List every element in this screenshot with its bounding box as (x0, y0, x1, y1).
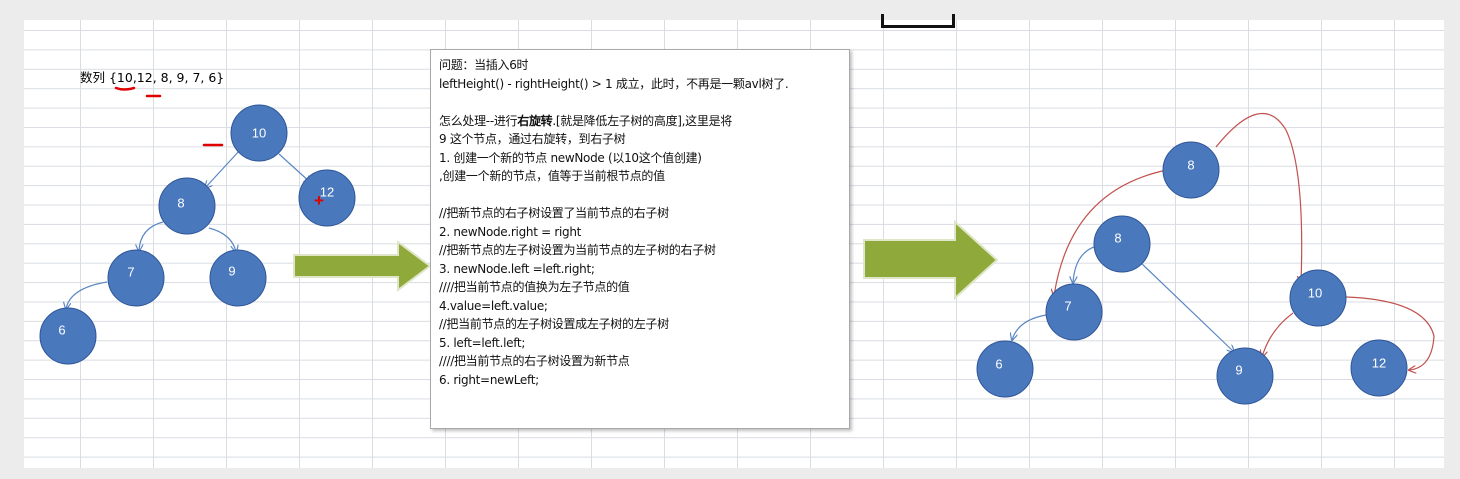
text-line: 问题：当插入6时 (439, 58, 529, 72)
edge-r8-r9 (1139, 261, 1234, 352)
bold-term: 右旋转 (517, 113, 553, 128)
node-r8: 8 (1093, 215, 1151, 273)
text-line: //把新节点的左子树设置为当前节点的左子树的右子树 (439, 243, 716, 257)
text-line: ////把当前节点的右子树设置为新节点 (439, 354, 630, 368)
node-12: 12 + (298, 169, 356, 227)
edge-8-7 (139, 221, 164, 251)
node-8-label: 8 (177, 195, 184, 210)
node-9-label: 9 (228, 263, 235, 278)
node-r9: 9 (1216, 347, 1274, 405)
node-r9-label: 9 (1235, 362, 1242, 377)
node-r12: 12 (1350, 339, 1408, 397)
node-r8-top-label: 8 (1187, 157, 1194, 172)
node-r10-label: 10 (1308, 285, 1322, 300)
text-line: 1. 创建一个新的节点 newNode (以10这个值创建) (439, 150, 702, 165)
text-line: //把新节点的右子树设置了当前节点的右子树 (439, 206, 669, 220)
transition-arrow-left (293, 240, 432, 292)
text-line: //把当前节点的左子树设置成左子树的左子树 (439, 317, 669, 331)
underline-mark-10 (114, 86, 136, 91)
node-7: 7 (107, 249, 165, 307)
text-line: leftHeight() - rightHeight() > 1 成立，此时，不… (439, 76, 789, 91)
node-r10: 10 (1289, 269, 1347, 327)
edge-r8-r7 (1073, 245, 1098, 283)
node-r12-label: 12 (1372, 355, 1386, 370)
text-line: 怎么处理--进行右旋转.[就是降低左子树的高度],这里是将 (439, 113, 732, 128)
text-line: 4.value=left.value; (439, 298, 548, 313)
edge-r7-r6 (1012, 314, 1047, 340)
explanation-text-box: 问题：当插入6时 leftHeight() - rightHeight() > … (430, 49, 850, 429)
node-r7: 7 (1045, 283, 1103, 341)
text-line (439, 93, 849, 112)
node-10: 10 (230, 104, 288, 162)
edge-r8top-r10 (1215, 113, 1302, 283)
node-9: 9 (209, 249, 267, 307)
text-line: 9 这个节点，通过右旋转，到右子树 (439, 132, 626, 146)
insert-plus-mark: + (314, 191, 324, 210)
node-8: 8 (158, 177, 216, 235)
text-line: 5. left=left.left; (439, 335, 526, 350)
text-line: ////把当前节点的值换为左子节点的值 (439, 280, 630, 294)
node-6: 6 (39, 307, 97, 365)
node-r6-label: 6 (995, 356, 1002, 371)
text-line (439, 186, 849, 205)
node-r8-top: 8 (1162, 141, 1220, 199)
edge-r10-r9 (1262, 312, 1294, 357)
node-r8-label: 8 (1114, 230, 1121, 245)
node-r7-label: 7 (1064, 298, 1071, 313)
edge-8-9 (208, 227, 236, 252)
text-line: 6. right=newLeft; (439, 372, 539, 387)
transition-arrow-right (863, 219, 999, 301)
text-line: 3. newNode.left =left.right; (439, 261, 595, 276)
node-10-label: 10 (252, 125, 266, 140)
node-6-label: 6 (58, 322, 65, 337)
node-7-label: 7 (127, 264, 134, 279)
node-r6: 6 (976, 340, 1034, 398)
text-line: 2. newNode.right = right (439, 224, 582, 239)
edge-10-8 (205, 149, 241, 188)
edge-7-6 (66, 281, 108, 309)
text-line: ,创建一个新的节点，值等于当前根节点的值 (439, 169, 665, 183)
